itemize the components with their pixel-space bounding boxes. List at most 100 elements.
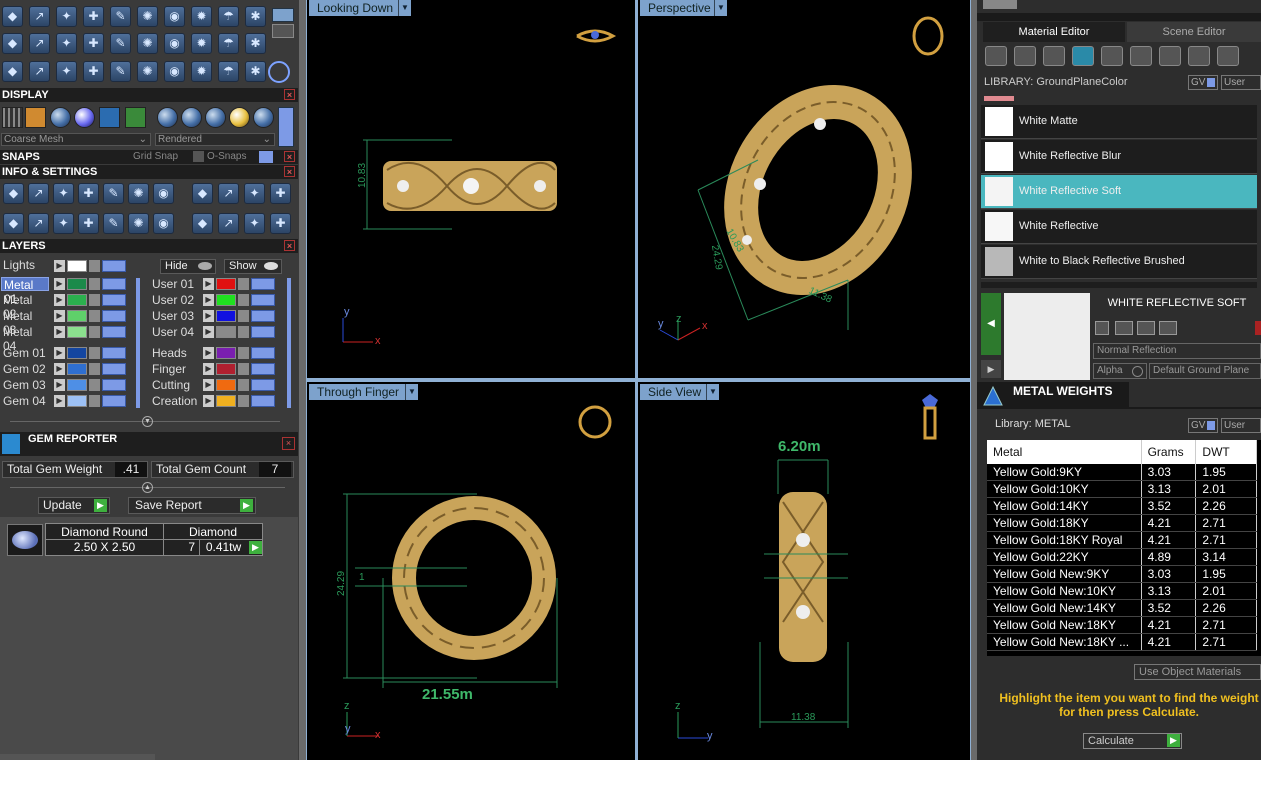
render-select[interactable]: Rendered ⌄	[155, 133, 275, 146]
target-icon[interactable]: ↗	[218, 213, 239, 234]
hatch-icon[interactable]	[1101, 46, 1123, 66]
visibility-toggle[interactable]	[102, 326, 126, 338]
layer-color-swatch[interactable]	[67, 379, 87, 391]
layer-controls[interactable]: ▶	[54, 326, 134, 338]
ground-plane-select[interactable]: Default Ground Plane	[1149, 363, 1261, 379]
table-row[interactable]: Yellow Gold New:14KY 3.52 2.26	[987, 599, 1257, 617]
grid-snap-toggle[interactable]: Grid Snap	[133, 150, 178, 164]
tool-a-icon[interactable]: ◆	[192, 183, 213, 204]
layer-gem-02[interactable]: Gem 02	[1, 362, 49, 376]
layer-controls[interactable]: ▶	[54, 310, 134, 322]
pattern-icon[interactable]	[1159, 46, 1181, 66]
lock-icon[interactable]	[238, 395, 249, 407]
flower-icon[interactable]: ✹	[191, 33, 212, 54]
environment-icon[interactable]	[99, 107, 120, 128]
column-header-grams[interactable]: Grams	[1141, 440, 1197, 464]
material-item[interactable]: White Reflective	[981, 210, 1257, 244]
layer-metal-03[interactable]: Metal 03	[1, 309, 49, 337]
collapse-icon[interactable]: ▼	[142, 416, 153, 427]
hide-button[interactable]: Hide	[160, 259, 216, 274]
expand-preview-button[interactable]: ▶	[981, 360, 1001, 378]
visibility-toggle[interactable]	[251, 363, 275, 375]
table-row[interactable]: Yellow Gold:14KY 3.52 2.26	[987, 497, 1257, 515]
lock-icon[interactable]	[89, 278, 100, 290]
layer-color-swatch[interactable]	[67, 326, 87, 338]
revolve-icon[interactable]: ◉	[164, 6, 185, 27]
display-scroll[interactable]	[278, 107, 294, 147]
expand-arrow-icon[interactable]: ▶	[203, 278, 214, 290]
expand-arrow-icon[interactable]: ▶	[54, 363, 65, 375]
grid-icon[interactable]: ☂	[218, 33, 239, 54]
column-header-dwt[interactable]: DWT	[1195, 440, 1257, 464]
report-icon[interactable]: ◉	[153, 213, 174, 234]
material-tool-1-button[interactable]	[1095, 321, 1109, 335]
show-button[interactable]: Show	[224, 259, 282, 274]
visibility-toggle[interactable]	[251, 294, 275, 306]
link-icon[interactable]	[1188, 46, 1210, 66]
pin-icon[interactable]: ◆	[192, 213, 213, 234]
layer-color-swatch[interactable]	[216, 294, 236, 306]
window-icon[interactable]: ◆	[3, 213, 24, 234]
expand-arrow-icon[interactable]: ▶	[54, 347, 65, 359]
drop-icon[interactable]	[985, 46, 1007, 66]
layer-finger[interactable]: Finger	[150, 362, 198, 376]
monitor-icon[interactable]: ↗	[28, 213, 49, 234]
update-go-icon[interactable]: ▶	[94, 499, 107, 512]
lock-icon[interactable]	[238, 294, 249, 306]
wireframe-icon[interactable]	[2, 107, 23, 128]
lock-icon[interactable]	[89, 310, 100, 322]
layer-controls[interactable]: ▶	[203, 278, 283, 290]
alpha-field[interactable]: Alpha	[1093, 363, 1147, 379]
save-report-go-icon[interactable]: ▶	[240, 499, 253, 512]
gem-icon[interactable]: ↗	[29, 33, 50, 54]
layer-controls[interactable]: ▶	[54, 278, 134, 290]
material-item[interactable]: White Matte	[981, 105, 1257, 139]
bend-icon[interactable]: ✦	[56, 61, 77, 82]
layer-user-02[interactable]: User 02	[150, 293, 198, 307]
lock-icon[interactable]	[89, 347, 100, 359]
group-icon[interactable]: ✹	[191, 61, 212, 82]
array-icon[interactable]: ✺	[137, 6, 158, 27]
layer-controls[interactable]: ▶	[54, 395, 134, 407]
save-report-button[interactable]: Save Report	[128, 497, 256, 514]
lock-icon[interactable]	[238, 326, 249, 338]
snaps-toggle-button[interactable]	[259, 151, 273, 163]
move-points-icon[interactable]: ◆	[2, 61, 23, 82]
prism-icon[interactable]: ✚	[78, 213, 99, 234]
scatter-icon[interactable]: ✺	[128, 213, 149, 234]
visibility-toggle[interactable]	[251, 310, 275, 322]
link-2-icon[interactable]	[1217, 46, 1239, 66]
expand-arrow-icon[interactable]: ▶	[54, 379, 65, 391]
lock-icon[interactable]	[89, 379, 100, 391]
layer-color-swatch[interactable]	[216, 379, 236, 391]
layer-color-swatch[interactable]	[67, 347, 87, 359]
layer-controls[interactable]: ▶	[203, 363, 283, 375]
layer-metal-02[interactable]: Metal 02	[1, 293, 49, 321]
expand-arrow-icon[interactable]: ▶	[203, 294, 214, 306]
gem-row-go-icon[interactable]: ▶	[249, 541, 262, 554]
visibility-toggle[interactable]	[251, 278, 275, 290]
layer-color-swatch[interactable]	[216, 395, 236, 407]
polygon-icon[interactable]: ✦	[53, 213, 74, 234]
mesh-icon[interactable]	[25, 107, 46, 128]
viewport-perspective[interactable]: Perspective ▼ 10.83 24.29 11.38 y z x	[638, 0, 970, 378]
lock-icon[interactable]	[238, 379, 249, 391]
texture-icon[interactable]	[125, 107, 146, 128]
cube-icon[interactable]: ✚	[78, 183, 99, 204]
expand-arrow-icon[interactable]: ▶	[203, 310, 214, 322]
table-row[interactable]: Yellow Gold:18KY Royal 4.21 2.71	[987, 531, 1257, 549]
layer-metal-04[interactable]: Metal 04	[1, 325, 49, 353]
gv-toggle[interactable]: GV	[1188, 75, 1218, 90]
cut-icon[interactable]: ✱	[245, 61, 266, 82]
view-toggle-button-2[interactable]	[272, 24, 294, 38]
document-icon[interactable]: ✎	[103, 183, 124, 204]
gem-icon[interactable]	[1014, 46, 1036, 66]
tab-scene-editor[interactable]: Scene Editor	[1127, 22, 1261, 42]
layer-controls[interactable]: ▶	[54, 363, 134, 375]
material-tool-4-button[interactable]	[1159, 321, 1177, 335]
edit-icon[interactable]: ✺	[128, 183, 149, 204]
table-row[interactable]: Yellow Gold:18KY 4.21 2.71	[987, 514, 1257, 532]
paint-icon[interactable]: ☂	[218, 6, 239, 27]
layer-color-swatch[interactable]	[216, 363, 236, 375]
layer-controls[interactable]: ▶	[203, 395, 283, 407]
